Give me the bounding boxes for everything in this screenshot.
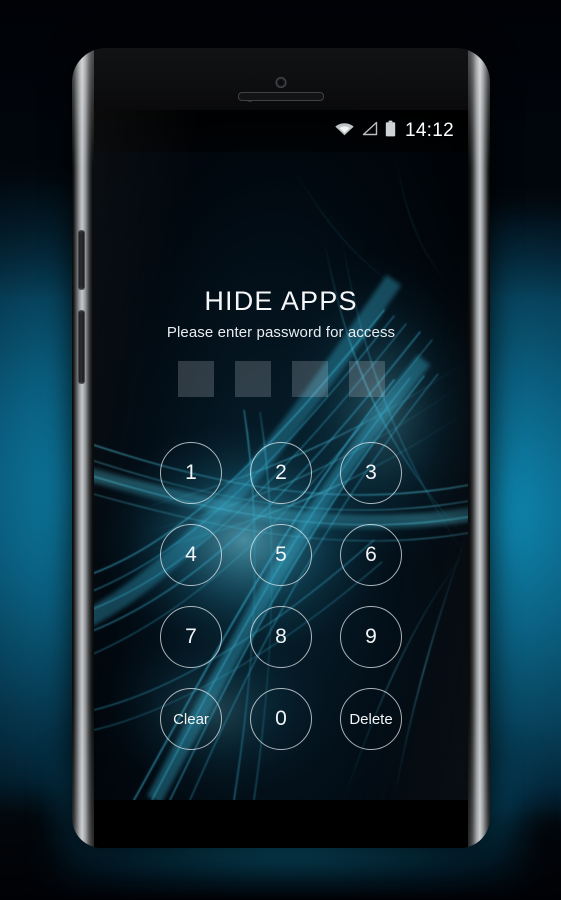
desktop-backdrop: 14:12 HIDE APPS Please enter password fo… (0, 0, 561, 900)
key-4[interactable]: 4 (160, 524, 222, 586)
key-3[interactable]: 3 (340, 442, 402, 504)
left-edge-sheen-bottom (72, 698, 94, 848)
key-2[interactable]: 2 (250, 442, 312, 504)
phone-left-edge (72, 48, 94, 848)
password-box-4 (348, 361, 385, 397)
key-clear[interactable]: Clear (160, 688, 222, 750)
key-0[interactable]: 0 (250, 688, 312, 750)
page-subtitle: Please enter password for access (166, 324, 396, 341)
key-5[interactable]: 5 (250, 524, 312, 586)
key-delete[interactable]: Delete (340, 688, 402, 750)
password-indicator (94, 361, 468, 397)
keypad-row-1: 1 2 3 (160, 442, 402, 504)
keypad-row-2: 4 5 6 (160, 524, 402, 586)
key-1[interactable]: 1 (160, 442, 222, 504)
password-box-3 (291, 361, 328, 397)
keypad-row-3: 7 8 9 (160, 606, 402, 668)
left-edge-sheen-top (72, 48, 94, 168)
key-6[interactable]: 6 (340, 524, 402, 586)
key-7[interactable]: 7 (160, 606, 222, 668)
front-camera-icon (275, 77, 287, 88)
password-box-1 (177, 361, 214, 397)
right-edge-sheen-bottom (468, 698, 490, 848)
volume-button[interactable] (78, 230, 85, 290)
phone-screen: 14:12 HIDE APPS Please enter password fo… (94, 110, 468, 800)
key-8[interactable]: 8 (250, 606, 312, 668)
power-button[interactable] (78, 310, 85, 384)
phone-top-bezel (94, 48, 468, 110)
smartphone-mockup: 14:12 HIDE APPS Please enter password fo… (72, 48, 490, 848)
hide-apps-lock-screen: HIDE APPS Please enter password for acce… (94, 110, 468, 800)
phone-right-edge (468, 48, 490, 848)
page-title: HIDE APPS (204, 286, 358, 316)
password-box-2 (234, 361, 271, 397)
earpiece-speaker-icon (238, 92, 324, 101)
numeric-keypad: 1 2 3 4 5 6 7 8 9 Clear 0 Delete (94, 442, 468, 750)
phone-bottom-bezel (94, 800, 468, 848)
keypad-row-4: Clear 0 Delete (160, 688, 402, 750)
key-9[interactable]: 9 (340, 606, 402, 668)
